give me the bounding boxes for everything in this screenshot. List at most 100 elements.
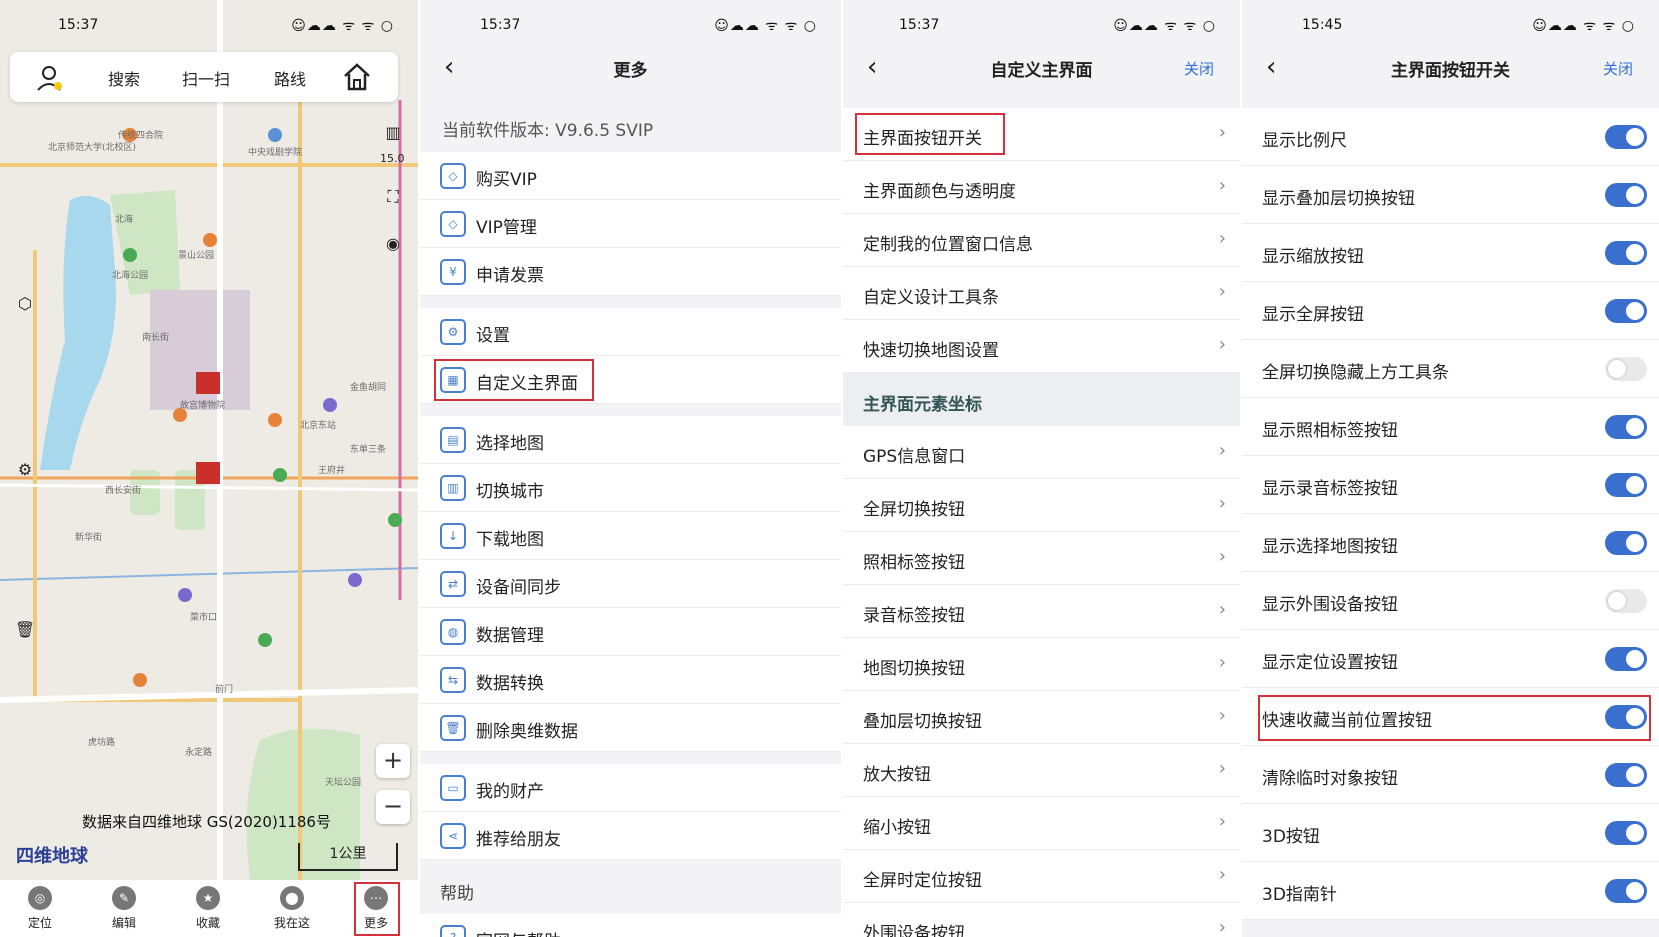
menu-item-select-map[interactable]: ▤ 选择地图 xyxy=(420,416,841,464)
menu-item-vip-manage[interactable]: ◇ VIP管理 xyxy=(420,200,841,248)
coord-photo-button[interactable]: 照相标签按钮 › xyxy=(843,532,1240,585)
switch-label: 3D按钮 xyxy=(1262,827,1320,847)
switch-row[interactable]: 显示全屏按钮 xyxy=(1242,282,1659,340)
zoom-in-button[interactable]: + xyxy=(376,744,410,778)
menu-item-download-map[interactable]: ↓ 下载地图 xyxy=(420,512,841,560)
wallet-icon: ▭ xyxy=(440,775,466,801)
user-icon[interactable] xyxy=(36,64,64,92)
coord-fullscreen-button[interactable]: 全屏切换按钮 › xyxy=(843,479,1240,532)
nav-favorites[interactable]: ★ 收藏 xyxy=(178,884,238,931)
nav-edit[interactable]: ✎ 编辑 xyxy=(94,884,154,931)
toggle-switch[interactable] xyxy=(1605,241,1647,265)
menu-item-share[interactable]: ⋖ 推荐给朋友 xyxy=(420,812,841,860)
trash-icon[interactable]: 🗑 xyxy=(8,612,42,646)
chevron-right-icon: › xyxy=(1218,440,1226,461)
switch-row[interactable]: 显示比例尺 xyxy=(1242,108,1659,166)
map-label: 虎坊路 xyxy=(88,738,116,748)
row-label: 照相标签按钮 xyxy=(863,553,965,573)
switch-row[interactable]: 显示定位设置按钮 xyxy=(1242,630,1659,688)
menu-item-label: 数据转换 xyxy=(476,674,544,694)
chevron-right-icon: › xyxy=(1218,758,1226,779)
menu-item-device-sync[interactable]: ⇄ 设备间同步 xyxy=(420,560,841,608)
close-button[interactable]: 关闭 xyxy=(1603,58,1633,79)
switch-label: 显示定位设置按钮 xyxy=(1262,653,1398,673)
setting-toolbar[interactable]: 自定义设计工具条 › xyxy=(843,267,1240,320)
coord-zoom-in-button[interactable]: 放大按钮 › xyxy=(843,744,1240,797)
fullscreen-icon[interactable]: ⛶ xyxy=(376,180,410,214)
setting-quick-map-switch[interactable]: 快速切换地图设置 › xyxy=(843,320,1240,373)
setting-color-opacity[interactable]: 主界面颜色与透明度 › xyxy=(843,161,1240,214)
coord-gps-window[interactable]: GPS信息窗口 › xyxy=(843,426,1240,479)
menu-item-switch-city[interactable]: ▥ 切换城市 xyxy=(420,464,841,512)
toggle-switch[interactable] xyxy=(1605,647,1647,671)
highlight-box xyxy=(354,882,400,936)
toggle-switch[interactable] xyxy=(1605,183,1647,207)
toggle-switch[interactable] xyxy=(1605,879,1647,903)
menu-item-label: 我的财产 xyxy=(476,782,544,802)
switch-row[interactable]: 显示缩放按钮 xyxy=(1242,224,1659,282)
map-canvas[interactable]: 北京师范大学(北校区) 传统四合院 中央戏剧学院 北海公园 北海 景山公园 故宫… xyxy=(0,0,418,880)
switch-row[interactable]: 3D按钮 xyxy=(1242,804,1659,862)
map-label: 西长安街 xyxy=(105,486,142,496)
status-time: 15:37 xyxy=(480,17,521,33)
switch-row[interactable]: 全屏切换隐藏上方工具条 xyxy=(1242,340,1659,398)
toggle-switch[interactable] xyxy=(1605,357,1647,381)
toggle-switch[interactable] xyxy=(1605,125,1647,149)
nav-i-am-here[interactable]: ⬤ 我在这 xyxy=(262,884,322,931)
page-header: ‹ 更多 xyxy=(420,44,841,94)
menu-item-buy-vip[interactable]: ◇ 购买VIP xyxy=(420,152,841,200)
coord-overlay-button[interactable]: 叠加层切换按钮 › xyxy=(843,691,1240,744)
chevron-right-icon: › xyxy=(1218,175,1226,196)
toggle-switch[interactable] xyxy=(1605,821,1647,845)
toggle-switch[interactable] xyxy=(1605,589,1647,613)
toggle-switch[interactable] xyxy=(1605,763,1647,787)
menu-item-data-convert[interactable]: ⇆ 数据转换 xyxy=(420,656,841,704)
camera-icon[interactable]: ◉ xyxy=(376,226,410,260)
menu-item-delete-data[interactable]: 🗑 删除奥维数据 xyxy=(420,704,841,752)
switch-row[interactable]: 显示录音标签按钮 xyxy=(1242,456,1659,514)
coord-fullscreen-locate-button[interactable]: 全屏时定位按钮 › xyxy=(843,850,1240,903)
status-icons: ☺☁☁ ᯤ ᯤ ○ xyxy=(714,18,817,34)
row-label: GPS信息窗口 xyxy=(863,447,966,467)
nav-locate[interactable]: ◎ 定位 xyxy=(10,884,70,931)
share-icon: ⋖ xyxy=(440,823,466,849)
switch-row[interactable]: 显示选择地图按钮 xyxy=(1242,514,1659,572)
search-button[interactable]: 搜索 xyxy=(108,66,140,90)
switch-row[interactable]: 3D指南针 xyxy=(1242,862,1659,920)
toggle-switch[interactable] xyxy=(1605,415,1647,439)
menu-item-invoice[interactable]: ¥ 申请发票 xyxy=(420,248,841,296)
switch-row[interactable]: 显示外围设备按钮 xyxy=(1242,572,1659,630)
setting-location-window[interactable]: 定制我的位置窗口信息 › xyxy=(843,214,1240,267)
coord-zoom-out-button[interactable]: 缩小按钮 › xyxy=(843,797,1240,850)
map-label: 北京东站 xyxy=(300,421,337,431)
toggle-switch[interactable] xyxy=(1605,473,1647,497)
zoom-out-button[interactable]: − xyxy=(376,790,410,824)
nav-label: 定位 xyxy=(27,916,52,930)
map-label: 南长街 xyxy=(142,333,170,343)
coord-map-switch-button[interactable]: 地图切换按钮 › xyxy=(843,638,1240,691)
switch-row[interactable]: 清除临时对象按钮 xyxy=(1242,746,1659,804)
coord-audio-button[interactable]: 录音标签按钮 › xyxy=(843,585,1240,638)
map-label: 天坛公园 xyxy=(325,778,362,788)
layers-icon[interactable]: ⚙ xyxy=(8,452,42,486)
page-title: 更多 xyxy=(613,61,648,81)
scan-button[interactable]: 扫一扫 xyxy=(182,66,230,90)
toggle-switch[interactable] xyxy=(1605,531,1647,555)
route-button[interactable]: 路线 xyxy=(274,66,306,90)
map-label: 故宫博物院 xyxy=(180,401,226,411)
menu-item-data-manage[interactable]: ◍ 数据管理 xyxy=(420,608,841,656)
row-label: 定制我的位置窗口信息 xyxy=(863,235,1033,255)
switch-row[interactable]: 显示照相标签按钮 xyxy=(1242,398,1659,456)
menu-item-help[interactable]: ? 官网与帮助 xyxy=(420,914,841,937)
switch-row[interactable]: 显示叠加层切换按钮 xyxy=(1242,166,1659,224)
home-icon[interactable] xyxy=(342,62,372,92)
menu-item-my-assets[interactable]: ▭ 我的财产 xyxy=(420,764,841,812)
close-button[interactable]: 关闭 xyxy=(1184,58,1214,79)
toggle-switch[interactable] xyxy=(1605,299,1647,323)
coord-device-button[interactable]: 外围设备按钮 › xyxy=(843,903,1240,937)
3d-cube-icon[interactable]: ⬡ xyxy=(8,286,42,320)
map-switch-icon[interactable]: ▥ xyxy=(376,115,410,149)
switch-label: 显示叠加层切换按钮 xyxy=(1262,189,1415,209)
chevron-right-icon: › xyxy=(1218,811,1226,832)
menu-item-settings[interactable]: ⚙ 设置 xyxy=(420,308,841,356)
